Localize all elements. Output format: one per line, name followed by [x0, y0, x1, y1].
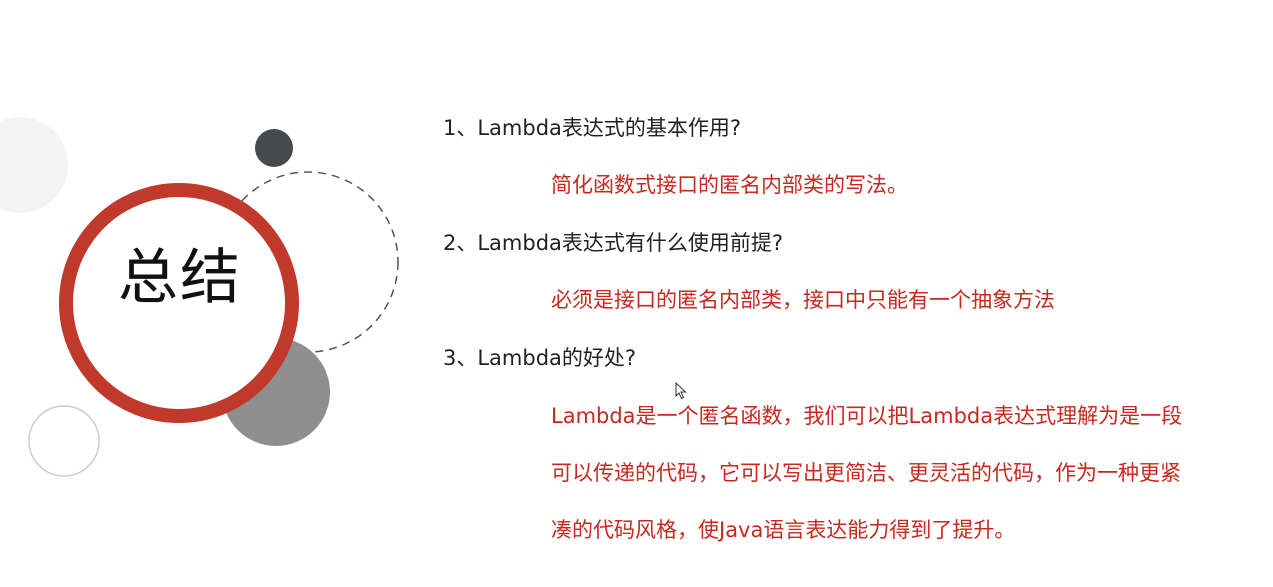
answer-1-line-1: 简化函数式接口的匿名内部类的写法。	[551, 173, 908, 197]
slide: 总结 1、Lambda表达式的基本作用? 简化函数式接口的匿名内部类的写法。 2…	[0, 0, 1273, 587]
mouse-cursor-icon	[675, 382, 687, 400]
answer-3-line-1: Lambda是一个匿名函数，我们可以把Lambda表达式理解为是一段	[551, 404, 1183, 428]
question-1: 1、Lambda表达式的基本作用?	[443, 116, 742, 140]
question-2: 2、Lambda表达式有什么使用前提?	[443, 231, 784, 255]
outline-circle	[28, 405, 100, 477]
question-3: 3、Lambda的好处?	[443, 346, 637, 370]
dark-small-circle	[255, 129, 293, 167]
answer-2-line-1: 必须是接口的匿名内部类，接口中只能有一个抽象方法	[551, 288, 1055, 312]
light-gray-circle	[0, 117, 68, 213]
answer-3-line-2: 可以传递的代码，它可以写出更简洁、更灵活的代码，作为一种更紧	[551, 461, 1181, 485]
answer-3-line-3: 凑的代码风格，使Java语言表达能力得到了提升。	[551, 518, 1016, 542]
slide-title: 总结	[118, 243, 242, 313]
